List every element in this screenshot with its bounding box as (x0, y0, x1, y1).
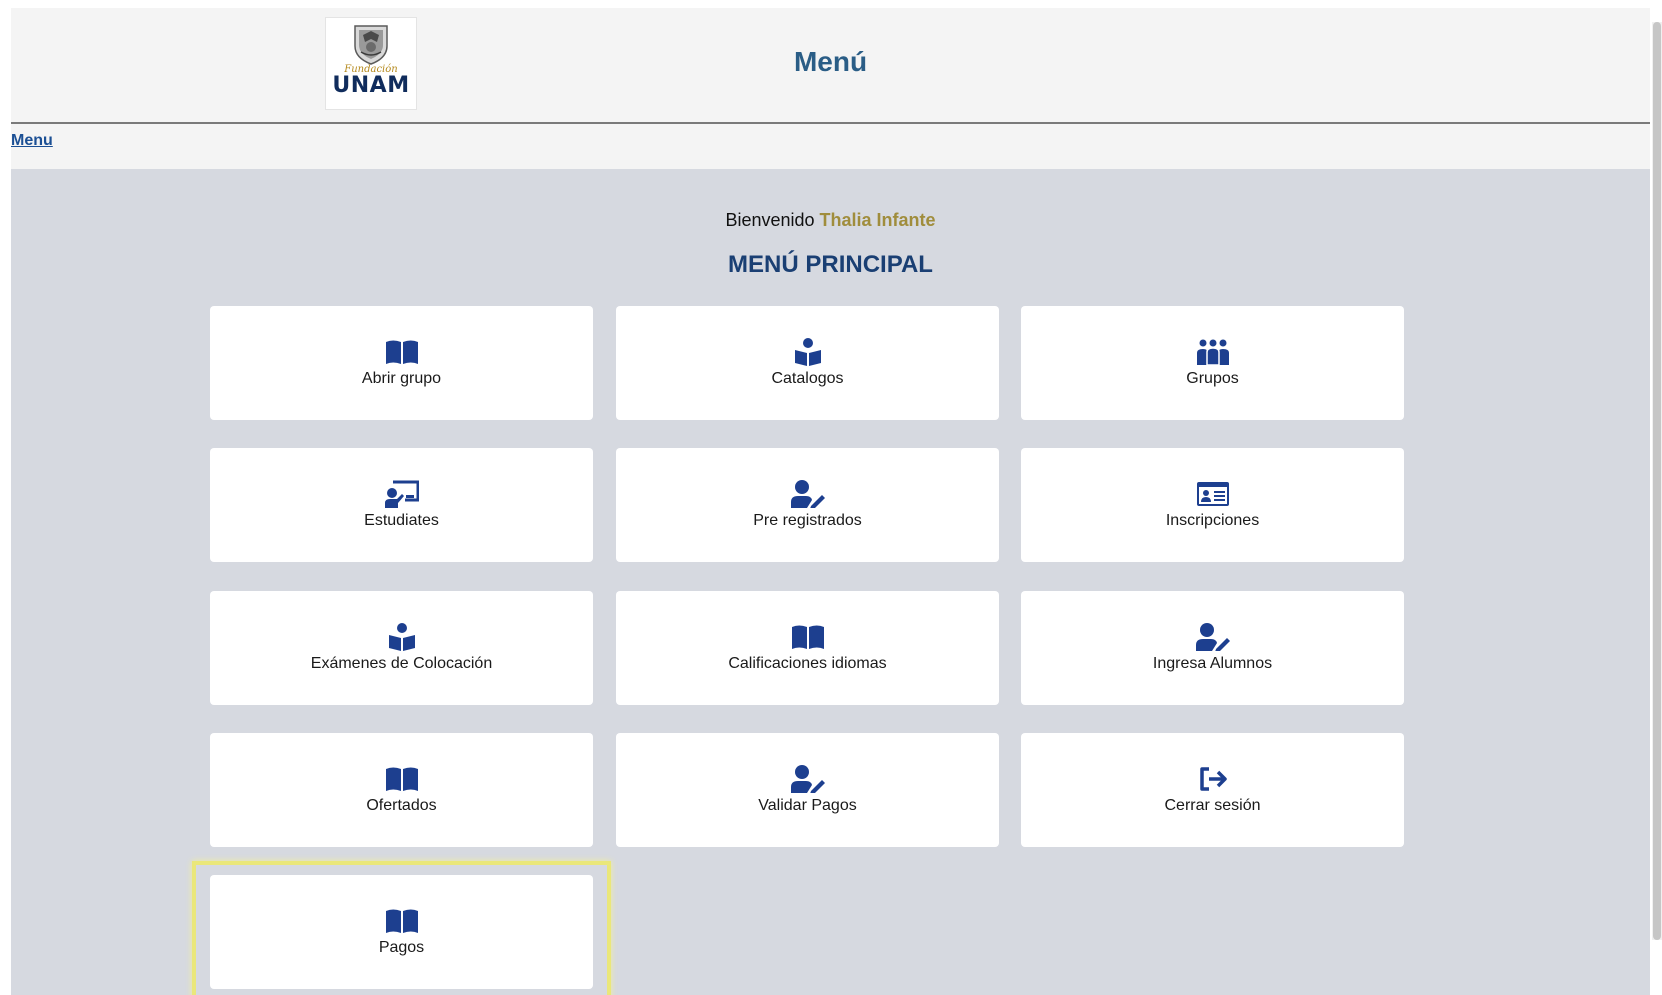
breadcrumb: Menu (11, 124, 1650, 169)
sign-out-icon (1198, 765, 1228, 793)
users-icon (1196, 338, 1230, 366)
welcome-prefix: Bienvenido (725, 210, 815, 230)
book-open-icon (385, 765, 419, 793)
user-edit-icon (1195, 623, 1230, 651)
tile-estudiates[interactable]: Estudiates (210, 448, 593, 562)
tile-label: Grupos (1186, 370, 1239, 387)
tile-abrir-grupo[interactable]: Abrir grupo (210, 306, 593, 420)
tile-cerrar-sesion[interactable]: Cerrar sesión (1021, 733, 1404, 847)
chalkboard-teacher-icon (384, 480, 419, 508)
tile-inscripciones[interactable]: Inscripciones (1021, 448, 1404, 562)
tile-ingresa-alumnos[interactable]: Ingresa Alumnos (1021, 591, 1404, 705)
tile-pre-registrados[interactable]: Pre registrados (616, 448, 999, 562)
user-edit-icon (790, 480, 825, 508)
tile-label: Exámenes de Colocación (310, 655, 493, 672)
tile-catalogos[interactable]: Catalogos (616, 306, 999, 420)
tile-validar-pagos[interactable]: Validar Pagos (616, 733, 999, 847)
scrollbar-thumb[interactable] (1653, 22, 1661, 940)
page-title: Menú (793, 46, 868, 77)
page-content: Fundación UNAM Menú Menu Bienvenido Thal… (11, 8, 1650, 995)
tile-examenes-de-colocacion[interactable]: Exámenes de Colocación (210, 591, 593, 705)
tile-label: Pre registrados (753, 512, 862, 529)
tile-calificaciones-idiomas[interactable]: Calificaciones idiomas (616, 591, 999, 705)
tile-label: Calificaciones idiomas (728, 655, 887, 672)
logo-big-text: UNAM (332, 73, 410, 98)
welcome-message: Bienvenido Thalia Infante (11, 210, 1650, 231)
id-card-icon (1196, 480, 1229, 508)
tile-label: Cerrar sesión (1164, 797, 1261, 814)
tile-grupos[interactable]: Grupos (1021, 306, 1404, 420)
tile-label: Inscripciones (1165, 512, 1260, 529)
tile-label: Validar Pagos (758, 797, 857, 814)
book-open-icon (385, 907, 419, 935)
tile-label: Estudiates (364, 512, 439, 529)
tile-label: Ingresa Alumnos (1152, 655, 1273, 672)
main-menu-title: MENÚ PRINCIPAL (728, 251, 933, 278)
book-reader-icon (794, 338, 822, 366)
tile-pagos[interactable]: Pagos (210, 875, 593, 989)
user-edit-icon (790, 765, 825, 793)
user-name: Thalia Infante (819, 210, 936, 230)
book-open-icon (385, 338, 419, 366)
breadcrumb-menu-link[interactable]: Menu (11, 132, 53, 150)
tile-label: Pagos (378, 939, 425, 956)
tile-ofertados[interactable]: Ofertados (210, 733, 593, 847)
book-open-icon (791, 623, 825, 651)
book-reader-icon (388, 623, 416, 651)
tile-label: Abrir grupo (361, 370, 442, 387)
tile-label: Ofertados (366, 797, 437, 814)
tile-label: Catalogos (771, 370, 844, 387)
header: Fundación UNAM Menú (11, 8, 1650, 124)
